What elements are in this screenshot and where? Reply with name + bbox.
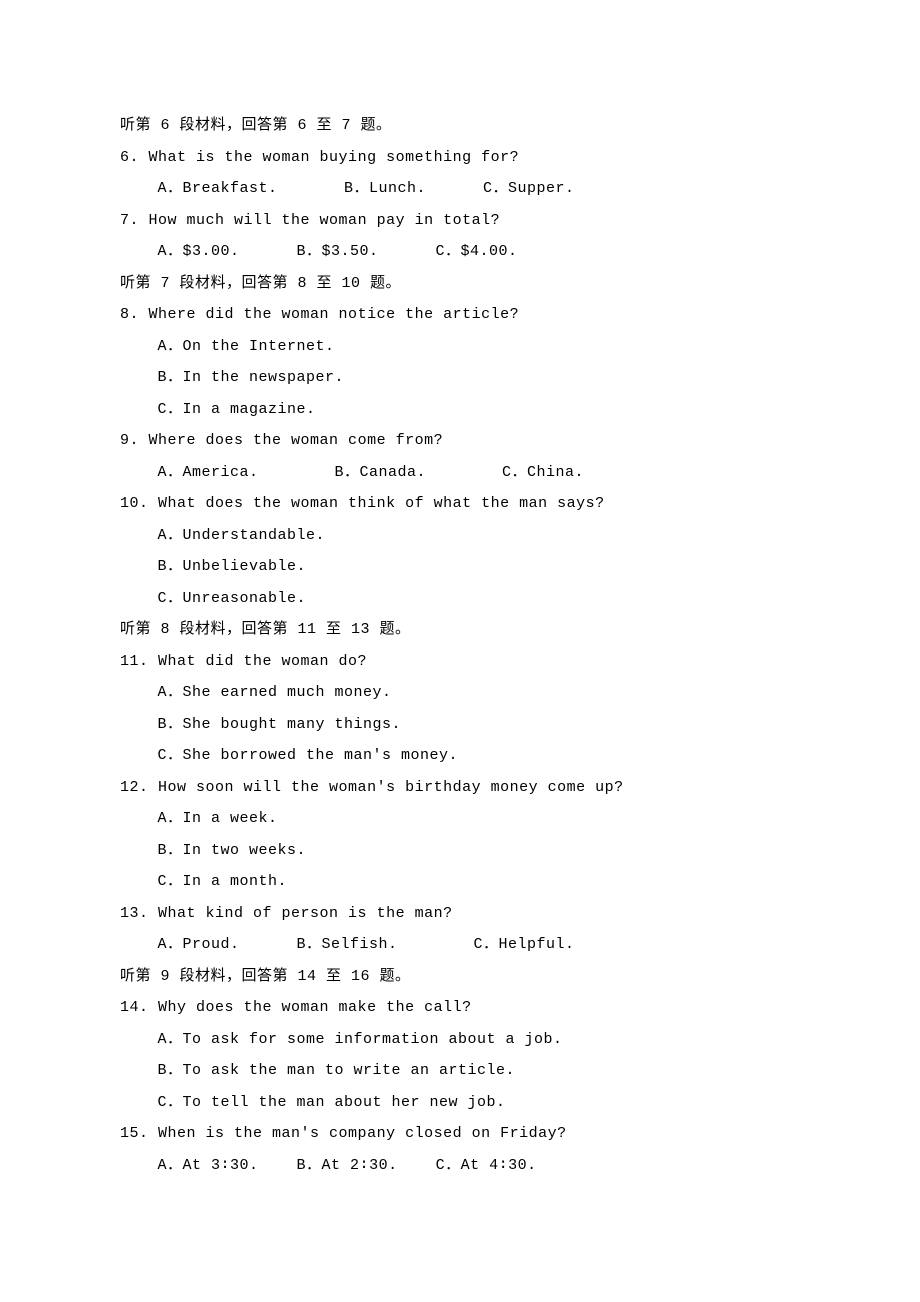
section-heading: 听第 8 段材料，回答第 11 至 13 题。 — [120, 614, 800, 646]
question-options: A．At 3∶30. B．At 2∶30. C．At 4∶30. — [120, 1150, 800, 1182]
question-number: 15. — [120, 1125, 149, 1142]
question-text: 13. What kind of person is the man? — [120, 898, 800, 930]
question-number: 9. — [120, 432, 139, 449]
question-option: C．In a magazine. — [120, 394, 800, 426]
question-text: 9. Where does the woman come from? — [120, 425, 800, 457]
section-heading: 听第 7 段材料，回答第 8 至 10 题。 — [120, 268, 800, 300]
question-body: Why does the woman make the call? — [158, 999, 472, 1016]
question-number: 14. — [120, 999, 149, 1016]
question-option: C．To tell the man about her new job. — [120, 1087, 800, 1119]
question-body: What does the woman think of what the ma… — [158, 495, 605, 512]
question-text: 14. Why does the woman make the call? — [120, 992, 800, 1024]
question-option: B．She bought many things. — [120, 709, 800, 741]
question-options: A．America. B．Canada. C．China. — [120, 457, 800, 489]
question-number: 13. — [120, 905, 149, 922]
question-options: A．$3.00. B．$3.50. C．$4.00. — [120, 236, 800, 268]
question-text: 11. What did the woman do? — [120, 646, 800, 678]
question-number: 11. — [120, 653, 149, 670]
exam-page: 听第 6 段材料，回答第 6 至 7 题。 6. What is the wom… — [0, 0, 920, 1302]
question-options: A．Breakfast. B．Lunch. C．Supper. — [120, 173, 800, 205]
question-number: 8. — [120, 306, 139, 323]
question-option: B．Unbelievable. — [120, 551, 800, 583]
question-option: A．In a week. — [120, 803, 800, 835]
question-number: 12. — [120, 779, 149, 796]
question-body: When is the man's company closed on Frid… — [158, 1125, 567, 1142]
question-text: 12. How soon will the woman's birthday m… — [120, 772, 800, 804]
question-option: A．She earned much money. — [120, 677, 800, 709]
question-number: 6. — [120, 149, 139, 166]
question-body: How soon will the woman's birthday money… — [158, 779, 624, 796]
section-heading: 听第 9 段材料，回答第 14 至 16 题。 — [120, 961, 800, 993]
question-option: A．On the Internet. — [120, 331, 800, 363]
question-text: 15. When is the man's company closed on … — [120, 1118, 800, 1150]
question-number: 10. — [120, 495, 149, 512]
question-option: A．To ask for some information about a jo… — [120, 1024, 800, 1056]
question-body: Where does the woman come from? — [149, 432, 444, 449]
question-option: C．Unreasonable. — [120, 583, 800, 615]
question-text: 7. How much will the woman pay in total? — [120, 205, 800, 237]
question-body: How much will the woman pay in total? — [149, 212, 501, 229]
question-body: What did the woman do? — [158, 653, 367, 670]
question-number: 7. — [120, 212, 139, 229]
question-option: C．In a month. — [120, 866, 800, 898]
question-body: Where did the woman notice the article? — [149, 306, 520, 323]
question-body: What is the woman buying something for? — [149, 149, 520, 166]
question-option: B．To ask the man to write an article. — [120, 1055, 800, 1087]
question-option: C．She borrowed the man's money. — [120, 740, 800, 772]
question-text: 6. What is the woman buying something fo… — [120, 142, 800, 174]
question-body: What kind of person is the man? — [158, 905, 453, 922]
question-option: A．Understandable. — [120, 520, 800, 552]
question-option: B．In the newspaper. — [120, 362, 800, 394]
question-options: A．Proud. B．Selfish. C．Helpful. — [120, 929, 800, 961]
question-text: 10. What does the woman think of what th… — [120, 488, 800, 520]
question-text: 8. Where did the woman notice the articl… — [120, 299, 800, 331]
section-heading: 听第 6 段材料，回答第 6 至 7 题。 — [120, 110, 800, 142]
question-option: B．In two weeks. — [120, 835, 800, 867]
